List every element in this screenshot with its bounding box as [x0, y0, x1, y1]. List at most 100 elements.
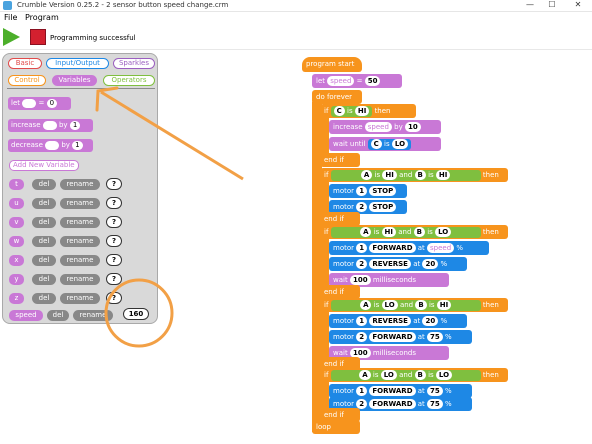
let-var-slot[interactable]: [22, 98, 37, 108]
stop-icon[interactable]: [30, 29, 46, 45]
app-icon: [3, 1, 12, 10]
rename-button[interactable]: rename: [60, 217, 100, 228]
close-icon[interactable]: ✕: [566, 0, 590, 11]
if-block[interactable]: if C is HI then: [320, 104, 416, 118]
increase-var-slot[interactable]: [42, 120, 57, 130]
motor-1-forward-75-block[interactable]: motor 1 FORWARD at 75 %: [329, 384, 472, 398]
speed-init-value[interactable]: 50: [364, 76, 381, 86]
variable-x[interactable]: x: [9, 255, 24, 266]
speed-value-display: 160: [123, 308, 149, 320]
condition-a-lo-and-b-hi: A is LO and B is HI: [330, 299, 481, 311]
tab-control[interactable]: Control: [8, 75, 46, 86]
palette-divider: [7, 88, 155, 89]
condition-c-hi[interactable]: C is HI: [330, 105, 373, 117]
del-button[interactable]: del: [32, 179, 56, 190]
increase-block[interactable]: increase by 1: [8, 119, 93, 132]
minimize-icon[interactable]: —: [518, 0, 542, 11]
del-button[interactable]: del: [32, 255, 56, 266]
rename-button[interactable]: rename: [73, 310, 113, 321]
del-button[interactable]: del: [32, 236, 56, 247]
decrease-var-slot[interactable]: [45, 140, 60, 150]
equals: =: [356, 77, 363, 85]
value-query[interactable]: ?: [106, 178, 122, 190]
if-block[interactable]: if A is HI and B is HI then: [320, 168, 508, 182]
let-value[interactable]: 0: [46, 98, 58, 108]
condition-c-lo: C is LO: [367, 138, 412, 150]
motor-2-forward-75-block[interactable]: motor 2 FORWARD at 75 %: [329, 330, 472, 344]
if-block[interactable]: if A is LO and B is LO then: [320, 368, 508, 382]
motor-1-reverse-20-block[interactable]: motor 1 REVERSE at 20 %: [329, 314, 467, 328]
condition-a-hi-and-b-lo: A is HI and B is LO: [330, 226, 481, 238]
motor-1-stop-block[interactable]: motor 1 STOP: [329, 184, 407, 198]
toolbar: Programming successful: [0, 25, 592, 50]
if-bracket: [320, 311, 329, 363]
let-speed-block[interactable]: let speed = 50: [312, 74, 402, 88]
tab-operators[interactable]: Operators: [103, 75, 155, 86]
rename-button[interactable]: rename: [60, 274, 100, 285]
rename-button[interactable]: rename: [60, 236, 100, 247]
if-bracket: [320, 238, 329, 290]
del-button[interactable]: del: [32, 293, 56, 304]
play-icon[interactable]: [3, 28, 20, 46]
status-text: Programming successful: [50, 34, 136, 42]
tab-sparkles[interactable]: Sparkles: [113, 58, 155, 69]
let-equals: =: [38, 99, 45, 107]
tab-basic[interactable]: Basic: [8, 58, 42, 69]
if-block[interactable]: if A is HI and B is LO then: [320, 225, 508, 239]
value-query[interactable]: ?: [106, 273, 122, 285]
value-query[interactable]: ?: [106, 197, 122, 209]
rename-button[interactable]: rename: [60, 255, 100, 266]
let-label: let: [316, 77, 325, 85]
rename-button[interactable]: rename: [60, 293, 100, 304]
value-query[interactable]: ?: [106, 216, 122, 228]
menu-file[interactable]: File: [4, 13, 17, 22]
value-query[interactable]: ?: [106, 235, 122, 247]
tab-input-output[interactable]: Input/Output: [46, 58, 109, 69]
add-new-variable-button[interactable]: Add New Variable: [9, 160, 79, 171]
motor-1-forward-speed-block[interactable]: motor 1 FORWARD at speed %: [329, 241, 489, 255]
rename-button[interactable]: rename: [60, 198, 100, 209]
increase-speed-block[interactable]: increase speed by 10: [329, 120, 441, 134]
decrease-block[interactable]: decrease by 1: [8, 139, 93, 152]
end-if-block[interactable]: end if: [320, 285, 360, 299]
decrease-by: by: [61, 141, 70, 149]
variable-v[interactable]: v: [9, 217, 24, 228]
value-query[interactable]: ?: [106, 254, 122, 266]
motor-2-reverse-20-block[interactable]: motor 2 REVERSE at 20 %: [329, 257, 467, 271]
maximize-icon[interactable]: ☐: [540, 0, 564, 11]
then-label: then: [374, 107, 391, 115]
speed-var[interactable]: speed: [327, 76, 355, 86]
value-query[interactable]: ?: [106, 292, 122, 304]
del-button[interactable]: del: [32, 217, 56, 228]
menu-program[interactable]: Program: [25, 13, 59, 22]
rename-button[interactable]: rename: [60, 179, 100, 190]
del-button[interactable]: del: [47, 310, 69, 321]
variable-u[interactable]: u: [9, 198, 24, 209]
end-if-block[interactable]: end if: [320, 212, 360, 226]
condition-a-hi-and-b-hi: A is HI and B is HI: [330, 169, 481, 181]
condition-a-lo-and-b-lo: A is LO and B is LO: [330, 369, 481, 381]
end-if-block[interactable]: end if: [320, 153, 360, 167]
menu-bar: File Program: [0, 12, 592, 25]
block-palette: Basic Input/Output Sparkles Control Vari…: [2, 53, 158, 324]
decrease-label: decrease: [11, 141, 43, 149]
decrease-value[interactable]: 1: [72, 140, 83, 150]
loop-block[interactable]: loop: [312, 420, 360, 434]
del-button[interactable]: del: [32, 198, 56, 209]
increase-by: by: [58, 121, 68, 129]
title-bar: Crumble Version 0.25.2 - 2 sensor button…: [0, 0, 592, 12]
variable-z[interactable]: z: [9, 293, 24, 304]
tab-variables[interactable]: Variables: [52, 75, 97, 86]
let-block[interactable]: let = 0: [8, 97, 71, 110]
program-start-block[interactable]: program start: [302, 57, 362, 72]
if-label: if: [324, 107, 329, 115]
end-if-block[interactable]: end if: [320, 408, 360, 422]
del-button[interactable]: del: [32, 274, 56, 285]
variable-t[interactable]: t: [9, 179, 24, 190]
variable-w[interactable]: w: [9, 236, 24, 247]
variable-y[interactable]: y: [9, 274, 24, 285]
variable-speed[interactable]: speed: [9, 310, 43, 321]
increase-value[interactable]: 1: [69, 120, 81, 130]
wait-until-block[interactable]: wait until C is LO: [329, 137, 441, 151]
if-block[interactable]: if A is LO and B is HI then: [320, 298, 508, 312]
